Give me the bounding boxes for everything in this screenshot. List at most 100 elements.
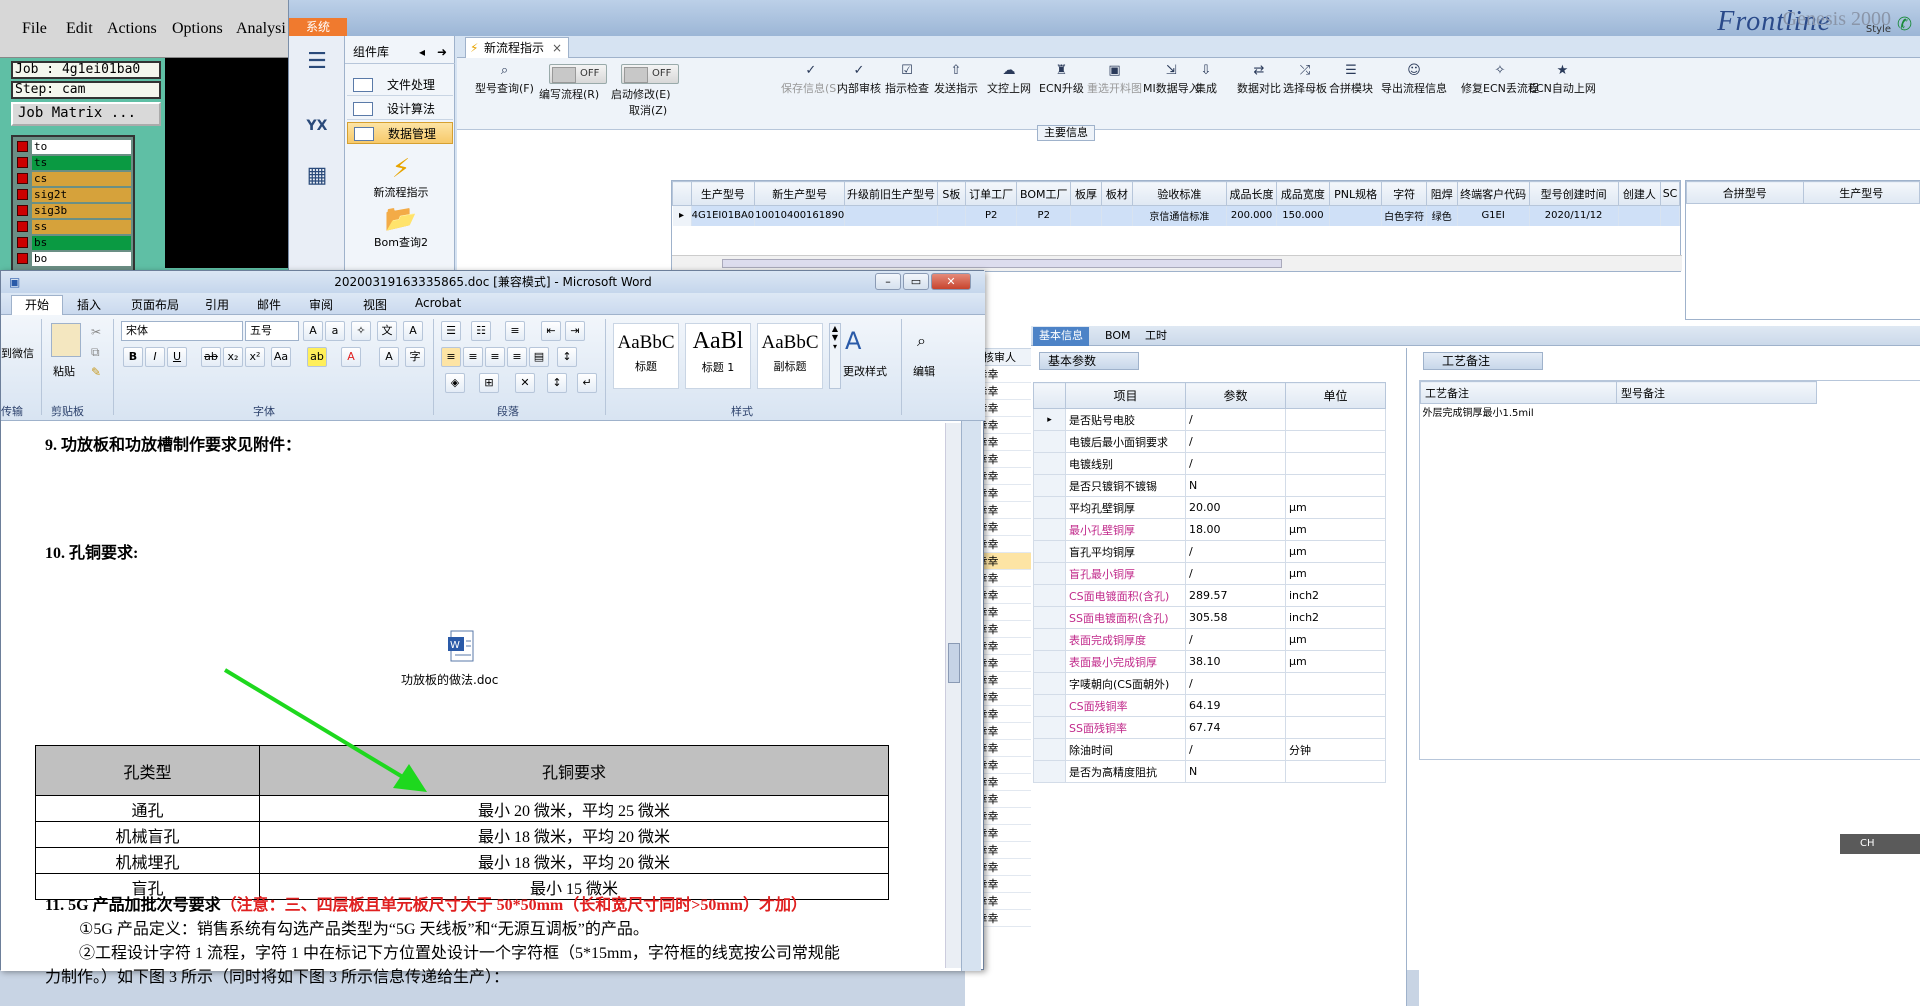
close-button[interactable]: ✕ [931, 273, 971, 290]
param-value[interactable]: / [1185, 452, 1286, 475]
save-icon[interactable]: ▣ [9, 271, 20, 293]
ribbon-tab[interactable]: 页面布局 [131, 296, 179, 313]
toolbar-button[interactable]: ⇲ MI数据导入 [1143, 64, 1200, 96]
shading-icon[interactable]: ◈ [445, 373, 465, 393]
param-value[interactable]: 20.00 [1185, 496, 1286, 519]
table-cell[interactable]: 白色字符 [1381, 205, 1427, 226]
table-row[interactable]: SS面残铜率 67.74 [1033, 716, 1386, 739]
enclose-char-icon[interactable]: 字 [405, 347, 425, 367]
toolbar-button[interactable]: ☺ 导出流程信息 [1381, 64, 1447, 96]
bold-icon[interactable]: B [123, 347, 143, 367]
table-cell[interactable] [937, 205, 966, 226]
minimize-button[interactable]: – [875, 273, 901, 290]
bom-query-tool[interactable]: 📂 Bom查询2 [351, 204, 451, 250]
param-value[interactable]: / [1185, 672, 1286, 695]
column-header[interactable]: SC [1660, 181, 1680, 206]
component-data-management[interactable]: 数据管理 [347, 122, 453, 144]
char-shading-icon[interactable]: A [379, 347, 399, 367]
clear-format-icon[interactable]: ✧ [351, 321, 371, 341]
collapse-left-icon[interactable]: ◂ [419, 42, 425, 62]
tab-basic-info[interactable]: 基本信息 [1033, 327, 1089, 346]
char-border-icon[interactable]: A [403, 321, 423, 341]
style-subtitle[interactable]: AaBbC 副标题 [757, 323, 823, 389]
table-row[interactable]: 除油时间 / 分钟 [1033, 738, 1386, 761]
table-cell[interactable]: 10010400161890 [754, 205, 846, 226]
cancel-button[interactable]: 取消(Z) [629, 102, 667, 118]
send-wechat-button[interactable]: 到微信 [1, 345, 34, 361]
toolbar-button[interactable]: ⇄ 数据对比 [1237, 64, 1281, 96]
numbering-icon[interactable]: ☷ [471, 321, 491, 341]
table-row[interactable]: 是否只镀铜不镀锡 N [1033, 474, 1386, 497]
strikethrough-icon[interactable]: ab [201, 347, 221, 367]
font-name-select[interactable]: 宋体 [121, 321, 243, 341]
ribbon-tab[interactable]: 审阅 [309, 296, 333, 313]
layer-checkbox[interactable] [17, 221, 28, 232]
toolbar-button[interactable]: ⇧ 发送指示 [934, 64, 978, 96]
align-left-icon[interactable]: ≡ [441, 347, 461, 367]
table-row[interactable]: CS面电镀面积(含孔) 289.57 inch2 [1033, 584, 1386, 607]
table-cell[interactable]: P2 [1016, 205, 1072, 226]
layer-row[interactable]: ss [15, 219, 131, 234]
param-value[interactable]: 305.58 [1185, 606, 1286, 629]
table-cell[interactable] [1101, 205, 1133, 226]
change-styles-button[interactable]: 更改样式 [843, 363, 887, 379]
subscript-icon[interactable]: x₂ [223, 347, 243, 367]
column-header[interactable]: 阻焊 [1425, 181, 1458, 206]
table-cell[interactable]: 2020/11/12 [1529, 205, 1619, 226]
layer-row[interactable]: bs [15, 235, 131, 250]
line-spacing-icon[interactable]: ↕ [557, 347, 577, 367]
ribbon-tab[interactable]: 视图 [363, 296, 387, 313]
component-file-processing[interactable]: 文件处理 [347, 74, 453, 96]
document-page[interactable]: 9. 功放板和功放槽制作要求见附件： W 功放板的做法.doc 10. 孔铜要求… [1, 421, 961, 986]
toolbar-button[interactable]: ✓ 保存信息(S) [781, 64, 841, 96]
toolbar-button[interactable]: ✓ 内部审核 [837, 64, 881, 96]
table-cell[interactable] [1329, 205, 1383, 226]
column-header[interactable]: 成品宽度 [1276, 181, 1330, 206]
table-row[interactable]: 是否为高精度阻抗 N [1033, 760, 1386, 783]
style-heading-1[interactable]: AaBl 标题 1 [685, 323, 751, 389]
table-row[interactable]: 电镀线别 / [1033, 452, 1386, 475]
tab-new-flow[interactable]: ⚡ 新流程指示 × [465, 37, 569, 58]
column-header[interactable]: 板材 [1100, 181, 1133, 206]
toolbar-button[interactable]: ★ ECN自动上网 [1529, 64, 1596, 96]
toolbar-button[interactable]: ☰ 合拼模块 [1329, 64, 1373, 96]
tab-bom[interactable]: BOM [1099, 327, 1137, 346]
ime-indicator[interactable]: CH [1840, 834, 1920, 854]
horizontal-scrollbar[interactable] [672, 255, 1682, 271]
sort-icon[interactable]: ↕ [547, 373, 567, 393]
column-header-combo-model[interactable]: 合拼型号 [1686, 181, 1804, 204]
column-header[interactable]: 升级前旧生产型号 [844, 181, 938, 206]
maximize-button[interactable]: ▭ [903, 273, 929, 290]
ribbon-tab[interactable]: 引用 [205, 296, 229, 313]
param-value[interactable]: N [1185, 474, 1286, 497]
craft-note-cell[interactable]: 外层完成铜厚最小1.5mil [1421, 404, 1617, 422]
paste-button[interactable]: 粘贴 [53, 363, 75, 379]
cut-icon[interactable]: ✂ [91, 325, 101, 339]
toolbar-button[interactable]: ✧ 修复ECN丢流程 [1461, 64, 1539, 96]
table-cell[interactable] [1660, 205, 1680, 226]
param-value[interactable]: 38.10 [1185, 650, 1286, 673]
column-header-production-model[interactable]: 生产型号 [1802, 181, 1920, 204]
pin-icon[interactable]: ➜ [437, 42, 447, 62]
align-right-icon[interactable]: ≡ [485, 347, 505, 367]
toolbar-button[interactable]: ☑ 指示检查 [885, 64, 929, 96]
graphic-area[interactable] [165, 58, 290, 268]
toggle-switch[interactable]: OFF [621, 64, 679, 84]
column-header-unit[interactable]: 单位 [1285, 382, 1386, 409]
increase-indent-icon[interactable]: ⇥ [565, 321, 585, 341]
table-row[interactable]: 盲孔最小铜厚 / μm [1033, 562, 1386, 585]
toolbar-button[interactable]: ♜ ECN升级 [1039, 64, 1084, 96]
param-value[interactable]: 67.74 [1185, 716, 1286, 739]
column-header[interactable]: 字符 [1381, 181, 1427, 206]
word-doc-icon[interactable]: W [447, 629, 477, 663]
toolbar-button[interactable]: ⌕ 型号查询(F) [475, 64, 534, 96]
shrink-font-icon[interactable]: a [325, 321, 345, 341]
layer-checkbox[interactable] [17, 253, 28, 264]
table-row[interactable]: 电镀后最小面铜要求 / [1033, 430, 1386, 453]
toolbar-button[interactable]: ▣ 重选开料图 [1087, 64, 1142, 96]
layer-checkbox[interactable] [17, 237, 28, 248]
param-value[interactable]: / [1185, 408, 1286, 431]
hamburger-menu-icon[interactable]: ☰ [297, 42, 337, 82]
column-header-param[interactable]: 参数 [1185, 382, 1286, 409]
menu-options[interactable]: Options [172, 20, 223, 38]
